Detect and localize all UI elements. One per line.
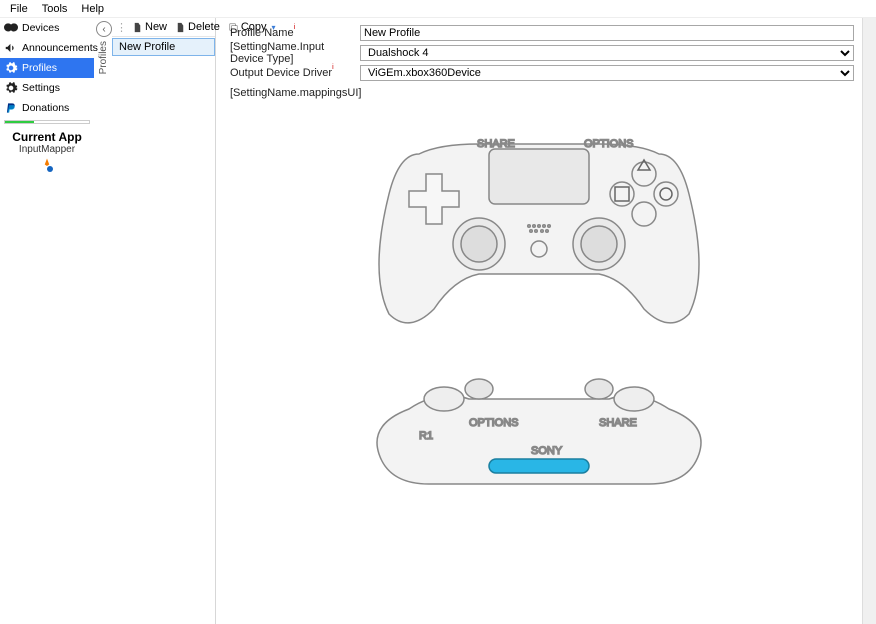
controller-top-icon: R1 OPTIONS SHARE SONY <box>349 364 729 504</box>
svg-text:R1: R1 <box>419 430 433 442</box>
profile-name-input[interactable] <box>360 25 854 41</box>
app-logo-icon <box>0 157 94 178</box>
output-driver-select[interactable]: ViGEm.xbox360Device <box>360 65 854 81</box>
menu-help[interactable]: Help <box>75 2 110 16</box>
paypal-icon <box>4 101 18 115</box>
svg-text:OPTIONS: OPTIONS <box>469 417 519 429</box>
sidebar-item-label: Announcements <box>22 42 98 54</box>
sidebar-item-settings[interactable]: Settings <box>0 78 94 98</box>
svg-text:SHARE: SHARE <box>599 417 637 429</box>
donation-progress <box>4 120 90 124</box>
profiles-vertical-label: Profiles <box>96 37 111 78</box>
profile-list-panel: ⋮ New Delete Copy ▾ New Profile <box>112 18 216 624</box>
sidebar-item-announcements[interactable]: Announcements <box>0 38 94 58</box>
sidebar-item-label: Donations <box>22 102 69 114</box>
current-app-name: InputMapper <box>0 144 94 155</box>
output-driver-label: Output Device Driver i <box>230 67 360 79</box>
input-device-type-select[interactable]: Dualshock 4 <box>360 45 854 61</box>
sidebar: Devices Announcements Profiles Settings … <box>0 18 94 624</box>
svg-text:SHARE: SHARE <box>477 138 515 150</box>
scrollbar[interactable] <box>862 18 876 624</box>
sidebar-item-profiles[interactable]: Profiles <box>0 58 94 78</box>
main-area: Devices Announcements Profiles Settings … <box>0 18 876 624</box>
gamepad-icon <box>4 21 18 35</box>
mappings-label: [SettingName.mappingsUI] <box>230 87 360 99</box>
document-delete-icon <box>175 22 186 33</box>
current-app: Current App InputMapper <box>0 130 94 178</box>
sidebar-item-label: Profiles <box>22 62 57 74</box>
megaphone-icon <box>4 41 18 55</box>
svg-text:OPTIONS: OPTIONS <box>584 138 634 150</box>
profile-detail: Profile Name i [SettingName.Input Device… <box>216 18 862 624</box>
sidebar-item-devices[interactable]: Devices <box>0 18 94 38</box>
gear-icon <box>4 81 18 95</box>
collapse-button[interactable]: ‹ <box>96 21 112 37</box>
sidebar-item-label: Devices <box>22 22 59 34</box>
current-app-title: Current App <box>0 130 94 144</box>
profile-list-item[interactable]: New Profile <box>112 38 215 56</box>
svg-text:SONY: SONY <box>531 445 563 457</box>
sidebar-item-label: Settings <box>22 82 60 94</box>
menu-bar: File Tools Help <box>0 0 876 18</box>
controller-diagram: SHARE OPTIONS R1 OPTIONS <box>216 104 862 618</box>
menu-file[interactable]: File <box>4 2 34 16</box>
gear-icon <box>4 61 18 75</box>
input-device-type-label: [SettingName.Input Device Type] <box>230 41 360 65</box>
profile-form: Profile Name i [SettingName.Input Device… <box>216 18 862 104</box>
profile-toolbar: ⋮ New Delete Copy ▾ <box>112 18 215 37</box>
profile-name-label: Profile Name i <box>230 27 360 39</box>
new-button[interactable]: New <box>129 20 170 34</box>
menu-tools[interactable]: Tools <box>36 2 74 16</box>
controller-front-icon: SHARE OPTIONS <box>359 114 719 334</box>
document-plus-icon <box>132 22 143 33</box>
sidebar-item-donations[interactable]: Donations <box>0 98 94 118</box>
